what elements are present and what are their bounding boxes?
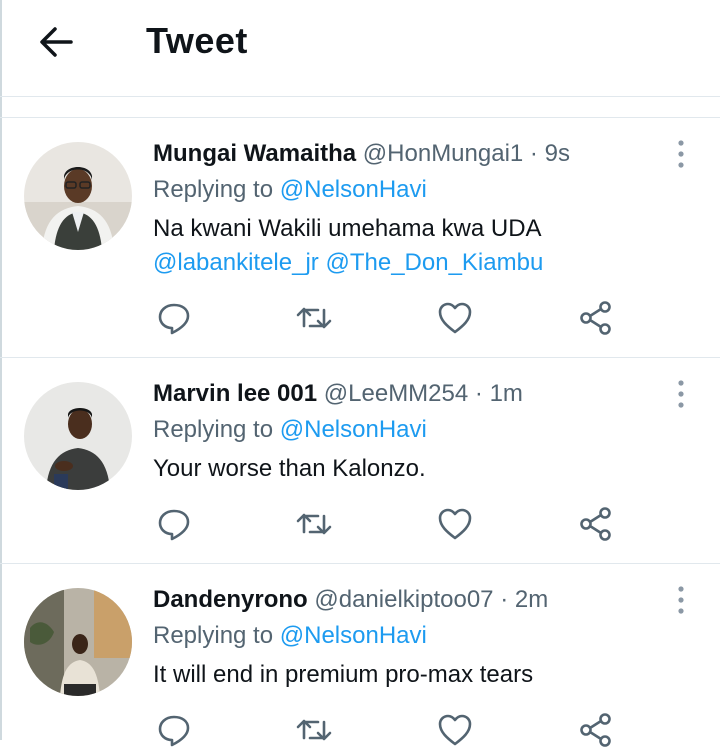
- heart-icon: [438, 508, 472, 540]
- heart-icon: [438, 302, 472, 334]
- reply-icon: [158, 303, 190, 335]
- replying-to-label: Replying to: [153, 416, 274, 443]
- dot-separator: ·: [474, 380, 483, 407]
- tweet-header: Mungai Wamaitha @HonMungai1 · 9s: [153, 140, 570, 168]
- more-vertical-icon: [678, 380, 684, 408]
- share-icon: [580, 301, 611, 335]
- mention-link[interactable]: @labankitele_jr: [153, 249, 319, 276]
- dot-separator: ·: [529, 140, 538, 167]
- user-handle[interactable]: @LeeMM254: [324, 380, 468, 407]
- retweet-icon: [296, 719, 332, 741]
- user-handle[interactable]: @HonMungai1: [363, 140, 523, 167]
- more-options-button[interactable]: [666, 136, 696, 172]
- replying-to: Replying to @NelsonHavi: [153, 176, 427, 204]
- tweet-text: It will end in premium pro-max tears: [153, 658, 673, 692]
- header-divider: [0, 96, 720, 97]
- share-button[interactable]: [576, 504, 616, 544]
- reply-tweet[interactable]: Marvin lee 001 @LeeMM254 · 1m Replying t…: [0, 358, 720, 563]
- avatar[interactable]: [24, 382, 132, 490]
- reply-tweet[interactable]: Dandenyrono @danielkiptoo07 · 2m Replyin…: [0, 564, 720, 747]
- more-vertical-icon: [678, 140, 684, 168]
- reply-icon: [158, 715, 190, 747]
- share-icon: [580, 507, 611, 541]
- display-name[interactable]: Marvin lee 001: [153, 380, 317, 407]
- replying-to: Replying to @NelsonHavi: [153, 622, 427, 650]
- replying-to-label: Replying to: [153, 176, 274, 203]
- display-name[interactable]: Mungai Wamaitha: [153, 140, 356, 167]
- reply-button[interactable]: [154, 504, 194, 544]
- share-button[interactable]: [576, 298, 616, 338]
- replying-to-link[interactable]: @NelsonHavi: [280, 622, 427, 649]
- reply-icon: [158, 509, 190, 541]
- user-handle[interactable]: @danielkiptoo07: [314, 586, 493, 613]
- avatar[interactable]: [24, 588, 132, 696]
- page-title: Tweet: [146, 20, 248, 61]
- dot-separator: ·: [500, 586, 509, 613]
- more-options-button[interactable]: [666, 376, 696, 412]
- like-button[interactable]: [435, 710, 475, 750]
- tweet-header: Dandenyrono @danielkiptoo07 · 2m: [153, 586, 548, 614]
- tweet-header: Marvin lee 001 @LeeMM254 · 1m: [153, 380, 523, 408]
- replying-to-label: Replying to: [153, 622, 274, 649]
- reply-tweet[interactable]: Mungai Wamaitha @HonMungai1 · 9s Replyin…: [0, 118, 720, 356]
- display-name[interactable]: Dandenyrono: [153, 586, 308, 613]
- avatar[interactable]: [24, 142, 132, 250]
- retweet-icon: [296, 307, 332, 329]
- retweet-icon: [296, 513, 332, 535]
- tweet-text-line: Na kwani Wakili umehama kwa UDA: [153, 215, 542, 242]
- tweet-text-line: It will end in premium pro-max tears: [153, 661, 534, 688]
- replying-to-link[interactable]: @NelsonHavi: [280, 176, 427, 203]
- heart-icon: [438, 714, 472, 746]
- timestamp[interactable]: 2m: [515, 586, 548, 613]
- tweet-text: Na kwani Wakili umehama kwa UDA @labanki…: [153, 212, 673, 280]
- retweet-button[interactable]: [294, 298, 334, 338]
- timestamp[interactable]: 1m: [490, 380, 523, 407]
- replying-to-link[interactable]: @NelsonHavi: [280, 416, 427, 443]
- replying-to: Replying to @NelsonHavi: [153, 416, 427, 444]
- tweet-text-line: Your worse than Kalonzo.: [153, 455, 426, 482]
- share-button[interactable]: [576, 710, 616, 750]
- top-bar: Tweet: [0, 0, 720, 96]
- retweet-button[interactable]: [294, 710, 334, 750]
- back-button[interactable]: [36, 22, 76, 62]
- retweet-button[interactable]: [294, 504, 334, 544]
- tweet-text: Your worse than Kalonzo.: [153, 452, 673, 486]
- like-button[interactable]: [435, 504, 475, 544]
- like-button[interactable]: [435, 298, 475, 338]
- reply-button[interactable]: [154, 710, 194, 750]
- share-icon: [580, 713, 611, 747]
- timestamp[interactable]: 9s: [545, 140, 570, 167]
- reply-button[interactable]: [154, 298, 194, 338]
- mention-link[interactable]: @The_Don_Kiambu: [325, 249, 543, 276]
- back-arrow-icon: [40, 27, 73, 57]
- more-vertical-icon: [678, 586, 684, 614]
- more-options-button[interactable]: [666, 582, 696, 618]
